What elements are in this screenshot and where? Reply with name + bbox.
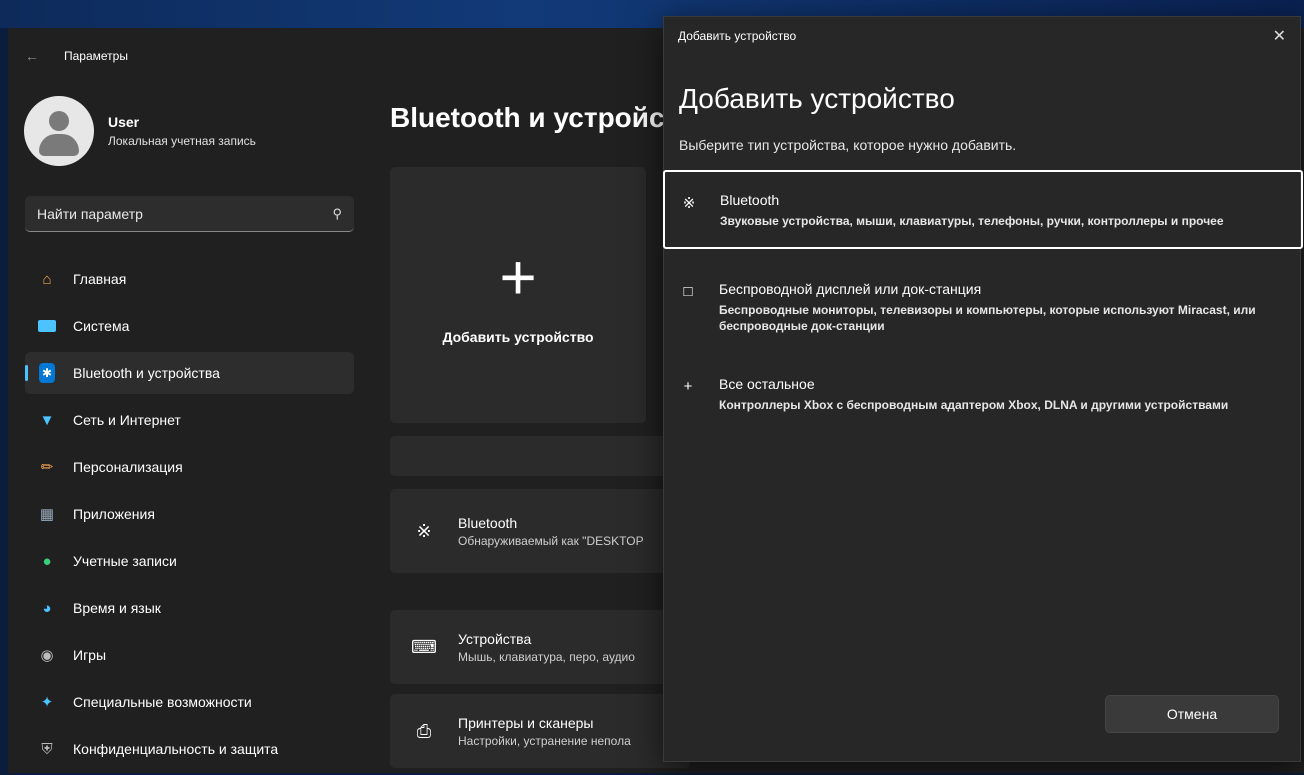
sidebar-item-accessibility[interactable]: ✦ Специальные возможности xyxy=(25,681,354,723)
option-description: Контроллеры Xbox с беспроводным адаптеро… xyxy=(719,398,1229,412)
sidebar-item-personalization[interactable]: ✏ Персонализация xyxy=(25,446,354,488)
sidebar-item-label: Персонализация xyxy=(73,459,183,475)
sidebar-item-bluetooth[interactable]: ✱ Bluetooth и устройства xyxy=(25,352,354,394)
row-subtitle: Мышь, клавиатура, перо, аудио xyxy=(458,649,635,664)
shield-icon: ⛨ xyxy=(41,740,53,758)
sidebar-item-label: Конфиденциальность и защита xyxy=(73,741,279,757)
user-profile[interactable]: User Локальная учетная запись xyxy=(24,96,256,166)
app-title: Параметры xyxy=(64,49,128,63)
sidebar-item-network[interactable]: ▼ Сеть и Интернет xyxy=(25,399,354,441)
dialog-subtitle: Выберите тип устройства, которое нужно д… xyxy=(679,137,1017,153)
sidebar-item-gaming[interactable]: ◉ Игры xyxy=(25,634,354,676)
sidebar-item-label: Игры xyxy=(73,647,107,663)
add-device-card[interactable]: + Добавить устройство xyxy=(390,167,646,423)
globe-icon: ◕ xyxy=(42,599,52,617)
accounts-icon: ● xyxy=(42,552,52,570)
bluetooth-icon: ✱ xyxy=(37,363,57,383)
arrow-left-icon: ← xyxy=(25,48,39,64)
gamepad-icon: ◉ xyxy=(40,647,54,664)
search-icon: ⚲ xyxy=(332,205,342,221)
keyboard-icon: ⌨ xyxy=(411,636,437,657)
device-strip xyxy=(390,436,690,476)
dialog-heading: Добавить устройство xyxy=(679,83,955,114)
add-device-label: Добавить устройство xyxy=(442,329,594,345)
devices-row[interactable]: ⌨ Устройства Мышь, клавиатура, перо, ауд… xyxy=(390,610,690,684)
cancel-button[interactable]: Отмена xyxy=(1105,695,1279,733)
network-icon: ▼ xyxy=(39,411,55,429)
row-subtitle: Обнаруживаемый как "DESKTOP xyxy=(458,533,644,548)
back-button[interactable]: ← xyxy=(12,36,52,76)
option-title: Беспроводной дисплей или док-станция xyxy=(719,281,982,297)
search-input[interactable]: Найти параметр ⚲ xyxy=(25,196,354,232)
close-icon[interactable]: ✕ xyxy=(1273,26,1286,46)
sidebar-item-label: Специальные возможности xyxy=(73,694,252,710)
sidebar-item-system[interactable]: Система xyxy=(25,305,354,347)
bluetooth-icon: ※ xyxy=(416,520,432,541)
row-title: Устройства xyxy=(458,630,532,647)
sidebar-item-home[interactable]: ⌂ Главная xyxy=(25,258,354,300)
option-bluetooth[interactable]: ※ Bluetooth Звуковые устройства, мыши, к… xyxy=(663,170,1303,249)
page-title: Bluetooth и устройства xyxy=(390,102,670,133)
home-icon: ⌂ xyxy=(42,270,52,288)
bluetooth-row[interactable]: ※ Bluetooth Обнаруживаемый как "DESKTOP xyxy=(390,489,690,573)
search-placeholder: Найти параметр xyxy=(37,205,143,222)
system-icon xyxy=(37,316,57,336)
sidebar-item-accounts[interactable]: ● Учетные записи xyxy=(25,540,354,582)
brush-icon: ✏ xyxy=(40,459,54,476)
bluetooth-icon: ※ xyxy=(682,195,696,212)
option-description: Беспроводные мониторы, телевизоры и комп… xyxy=(719,303,1256,333)
dialog-titlebar-text: Добавить устройство xyxy=(678,29,797,43)
device-type-options: ※ Bluetooth Звуковые устройства, мыши, к… xyxy=(663,170,1303,431)
row-title: Принтеры и сканеры xyxy=(458,714,594,731)
option-title: Все остальное xyxy=(719,376,815,392)
sidebar-item-label: Главная xyxy=(73,271,127,287)
option-everything-else[interactable]: + Все остальное Контроллеры Xbox с беспр… xyxy=(664,356,1302,431)
sidebar-item-label: Время и язык xyxy=(73,600,161,616)
user-name: User xyxy=(108,114,140,130)
sidebar-item-label: Приложения xyxy=(73,506,155,522)
avatar xyxy=(24,96,94,166)
apps-icon: ▦ xyxy=(39,506,55,523)
printers-row[interactable]: ⎙ Принтеры и сканеры Настройки, устранен… xyxy=(390,694,690,768)
titlebar: ← Параметры xyxy=(8,28,668,84)
plus-icon: + xyxy=(683,378,693,395)
accessibility-icon: ✦ xyxy=(40,694,54,711)
sidebar-item-privacy[interactable]: ⛨ Конфиденциальность и защита xyxy=(25,728,354,770)
row-subtitle: Настройки, устранение непола xyxy=(458,733,631,748)
option-title: Bluetooth xyxy=(720,192,780,208)
dialog-titlebar: Добавить устройство ✕ xyxy=(664,17,1300,55)
account-type: Локальная учетная запись xyxy=(108,134,256,148)
row-title: Bluetooth xyxy=(458,514,518,531)
sidebar-nav: ⌂ Главная Система ✱ Bluetooth и устройст… xyxy=(25,258,354,775)
printer-icon: ⎙ xyxy=(416,720,432,741)
sidebar-item-apps[interactable]: ▦ Приложения xyxy=(25,493,354,535)
sidebar-item-label: Учетные записи xyxy=(73,553,177,569)
option-description: Звуковые устройства, мыши, клавиатуры, т… xyxy=(720,214,1224,228)
add-device-dialog: Добавить устройство ✕ Добавить устройств… xyxy=(663,16,1303,762)
plus-icon: + xyxy=(499,241,537,313)
sidebar-item-label: Сеть и Интернет xyxy=(73,412,181,428)
monitor-icon: □ xyxy=(683,283,693,300)
option-wireless-display[interactable]: □ Беспроводной дисплей или док-станция Б… xyxy=(664,261,1302,352)
sidebar-item-time-language[interactable]: ◕ Время и язык xyxy=(25,587,354,629)
sidebar-item-label: Bluetooth и устройства xyxy=(73,365,220,381)
sidebar-item-label: Система xyxy=(73,318,130,334)
